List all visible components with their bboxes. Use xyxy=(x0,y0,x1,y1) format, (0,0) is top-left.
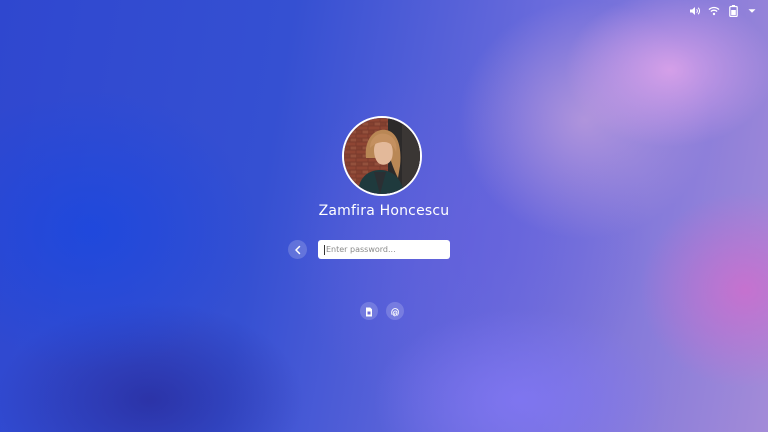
text-cursor xyxy=(324,244,325,255)
user-name: Zamfira Honcescu xyxy=(318,203,450,219)
status-bar xyxy=(689,4,758,18)
volume-icon[interactable] xyxy=(689,5,701,17)
back-button[interactable] xyxy=(288,240,307,259)
password-field[interactable] xyxy=(318,240,450,259)
smartcard-icon xyxy=(365,302,373,321)
password-input[interactable] xyxy=(326,245,444,254)
fingerprint-icon xyxy=(390,302,400,321)
smartcard-login-button[interactable] xyxy=(360,302,378,320)
login-screen: Zamfira Honcescu xyxy=(0,0,768,432)
fingerprint-login-button[interactable] xyxy=(386,302,404,320)
chevron-left-icon xyxy=(294,240,302,259)
chevron-down-icon[interactable] xyxy=(746,5,758,17)
avatar xyxy=(342,116,422,196)
wifi-icon[interactable] xyxy=(708,5,720,17)
battery-icon[interactable] xyxy=(727,5,739,17)
